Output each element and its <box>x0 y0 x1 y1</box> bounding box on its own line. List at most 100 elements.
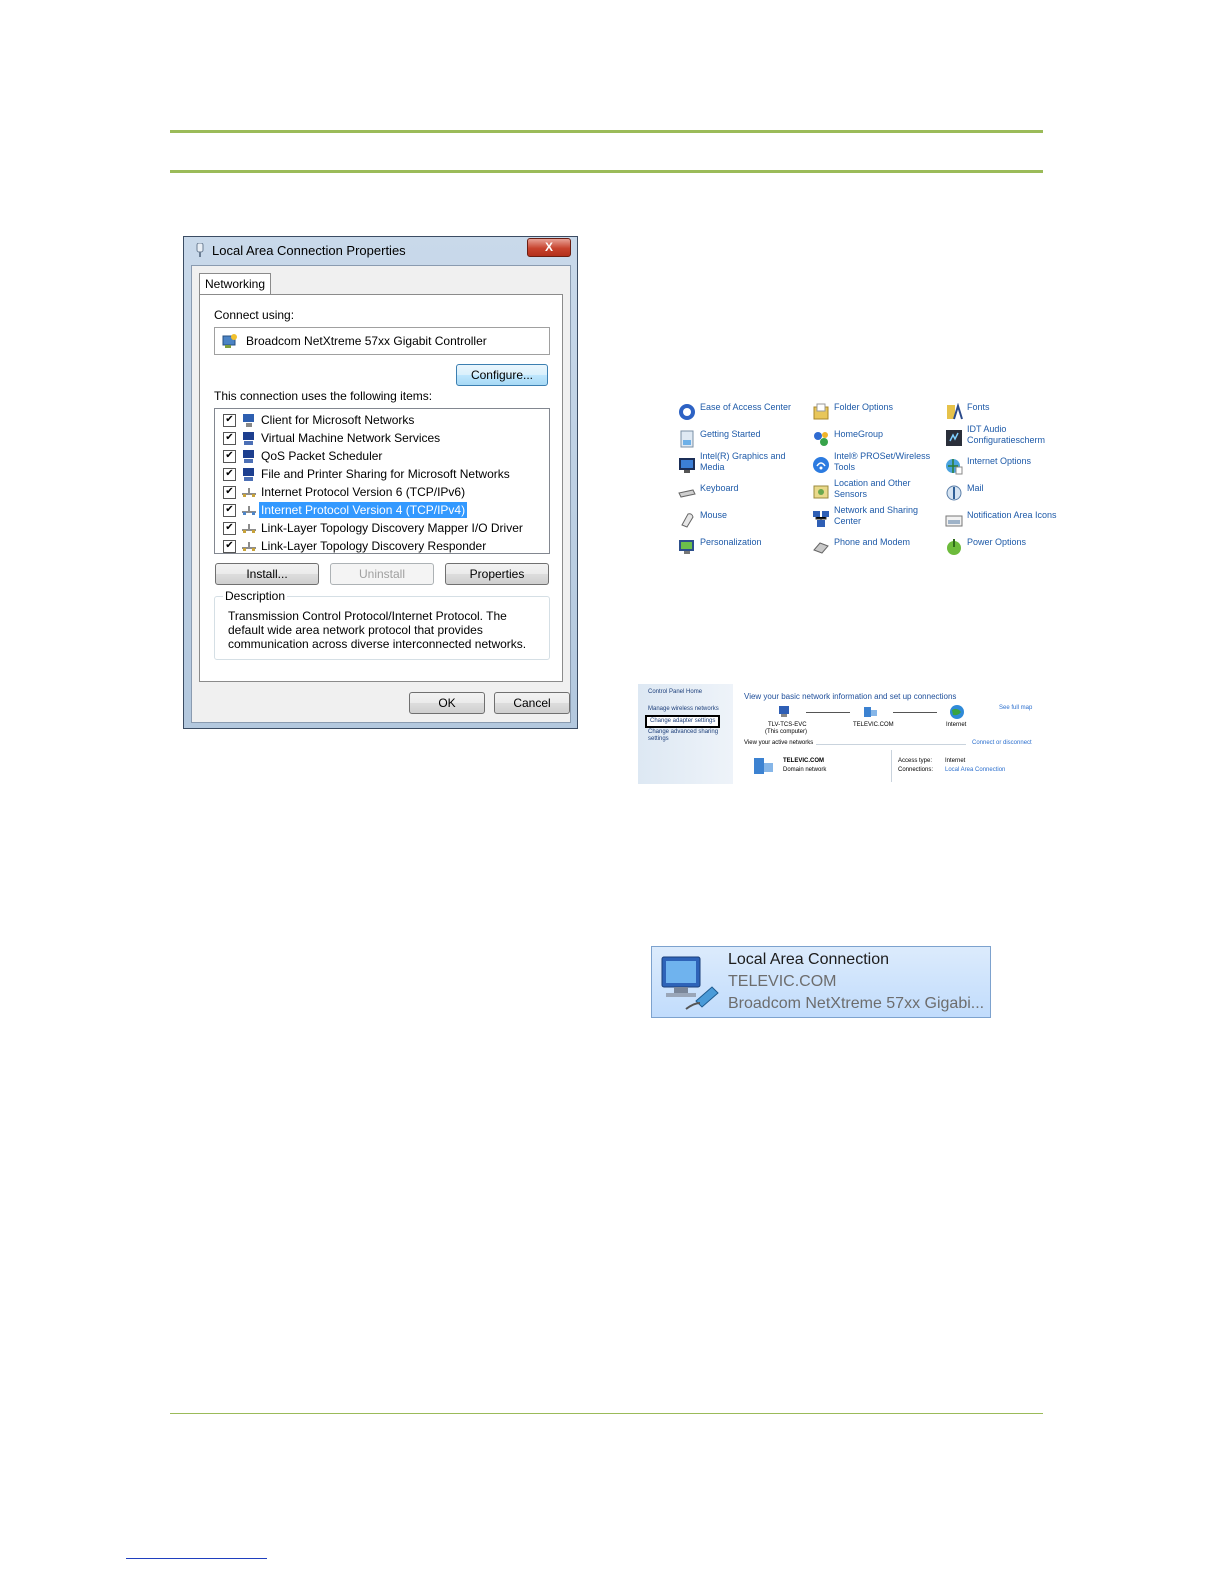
graphics-icon <box>679 458 695 473</box>
change-sharing-settings-link[interactable]: Change advanced sharing settings <box>648 729 724 743</box>
cp-item-location-sensors[interactable]: Location and Other Sensors <box>812 478 937 502</box>
item-label: Internet Protocol Version 6 (TCP/IPv6) <box>261 485 466 499</box>
description-group: Description Transmission Control Protoco… <box>214 589 550 660</box>
adapter-name: Broadcom NetXtreme 57xx Gigabit Controll… <box>246 334 487 348</box>
cp-item-label: Fonts <box>967 402 990 412</box>
connection-name: Local Area Connection <box>728 951 889 968</box>
connect-disconnect-link[interactable]: Connect or disconnect <box>972 740 1032 747</box>
cp-item-intel-graphics[interactable]: Intel(R) Graphics and Media <box>678 451 803 475</box>
map-link-line <box>806 712 850 713</box>
keyboard-icon <box>678 489 696 498</box>
connect-using-label: Connect using: <box>214 308 295 322</box>
audio-icon <box>946 430 962 446</box>
control-panel-home-link[interactable]: Control Panel Home <box>648 689 702 696</box>
description-text: Transmission Control Protocol/Internet P… <box>228 609 527 651</box>
checkbox[interactable]: ✔ <box>223 468 236 481</box>
cp-item-notification-icons[interactable]: Notification Area Icons <box>945 510 1070 534</box>
footer-rule <box>170 1413 1043 1414</box>
list-item-ipv4[interactable]: ✔ Internet Protocol Version 4 (TCP/IPv4) <box>215 501 545 519</box>
domain-network-icon <box>864 707 877 717</box>
cp-item-mouse[interactable]: Mouse <box>678 510 803 534</box>
checkbox[interactable]: ✔ <box>223 504 236 517</box>
cp-item-label: Intel® PROSet/Wireless Tools <box>834 451 931 472</box>
network-adapter-icon <box>196 243 204 257</box>
divider <box>891 750 892 782</box>
cp-item-label: Internet Options <box>967 456 1032 466</box>
checkbox[interactable]: ✔ <box>223 486 236 499</box>
cp-item-folder-options[interactable]: Folder Options <box>812 402 937 426</box>
local-area-connection-tile[interactable]: Local Area Connection TELEVIC.COM Broadc… <box>651 946 991 1018</box>
access-type-label: Access type: <box>898 758 933 764</box>
checkbox[interactable]: ✔ <box>223 450 236 463</box>
checkbox[interactable]: ✔ <box>223 414 236 427</box>
active-network-name: TELEVIC.COM <box>783 758 825 764</box>
active-network-type: Domain network <box>783 767 827 773</box>
cp-item-label: Mouse <box>700 510 728 520</box>
cp-item-intel-proset[interactable]: Intel® PROSet/Wireless Tools <box>812 451 937 475</box>
header-rule-top <box>170 130 1043 133</box>
ok-button[interactable]: OK <box>409 692 485 714</box>
list-item-qos-scheduler[interactable]: ✔ QoS Packet Scheduler <box>215 447 545 465</box>
item-label: Link-Layer Topology Discovery Mapper I/O… <box>261 521 523 535</box>
list-item-file-printer-sharing[interactable]: ✔ File and Printer Sharing for Microsoft… <box>215 465 545 483</box>
cp-item-idt-audio[interactable]: IDT Audio Configuratiescherm <box>945 424 1070 448</box>
network-name: TELEVIC.COM <box>853 722 894 728</box>
mouse-icon <box>681 513 694 528</box>
connection-link[interactable]: Local Area Connection <box>945 767 1005 774</box>
tab-networking[interactable]: Networking <box>199 273 271 296</box>
cp-item-label: Folder Options <box>834 402 894 412</box>
cp-item-personalization[interactable]: Personalization <box>678 537 803 561</box>
checkbox[interactable]: ✔ <box>223 522 236 535</box>
network-sharing-center: Control Panel Home Manage wireless netwo… <box>638 684 1043 784</box>
manage-wireless-link[interactable]: Manage wireless networks <box>648 706 719 713</box>
list-item-vm-network-services[interactable]: ✔ Virtual Machine Network Services <box>215 429 545 447</box>
computer-icon <box>779 706 789 717</box>
list-item-ipv6[interactable]: ✔ Internet Protocol Version 6 (TCP/IPv6) <box>215 483 545 501</box>
sensors-icon <box>813 485 829 499</box>
cp-item-label: Phone and Modem <box>834 537 911 547</box>
item-label: Virtual Machine Network Services <box>261 431 441 445</box>
components-list[interactable]: ✔ Client for Microsoft Networks ✔ Virtua… <box>214 408 550 554</box>
properties-button[interactable]: Properties <box>445 563 549 585</box>
header-rule-bottom <box>170 170 1043 173</box>
cp-item-power-options[interactable]: Power Options <box>945 537 1070 561</box>
networking-tab-page: Connect using: Broadcom NetXtreme 57xx G… <box>199 294 563 682</box>
computer-note: (This computer) <box>765 729 808 735</box>
personalization-icon <box>679 540 694 554</box>
cp-item-label: Keyboard <box>700 483 739 493</box>
close-button[interactable]: X <box>527 238 571 257</box>
cp-item-network-sharing[interactable]: Network and Sharing Center <box>812 505 937 529</box>
cp-item-keyboard[interactable]: Keyboard <box>678 483 803 507</box>
cp-item-internet-options[interactable]: Internet Options <box>945 456 1070 480</box>
adapter-field: Broadcom NetXtreme 57xx Gigabit Controll… <box>214 327 550 355</box>
network-sharing-icon <box>813 511 829 527</box>
item-label-selected: Internet Protocol Version 4 (TCP/IPv4) <box>259 502 468 518</box>
change-adapter-settings-link[interactable]: Change adapter settings <box>645 715 721 728</box>
cp-item-phone-modem[interactable]: Phone and Modem <box>812 537 937 561</box>
install-button[interactable]: Install... <box>215 563 319 585</box>
list-item-lltd-responder[interactable]: ✔ Link-Layer Topology Discovery Responde… <box>215 537 545 555</box>
footnote-separator <box>126 1558 267 1559</box>
cp-item-label: Personalization <box>700 537 762 547</box>
list-item-client-ms-networks[interactable]: ✔ Client for Microsoft Networks <box>215 411 545 429</box>
cp-item-mail[interactable]: Mail <box>945 483 1070 507</box>
dialog-body: Networking Connect using: Broadcom NetXt… <box>191 265 571 723</box>
cancel-button[interactable]: Cancel <box>494 692 570 714</box>
getting-started-icon <box>680 430 694 448</box>
network-service-icon <box>243 468 254 481</box>
configure-button[interactable]: Configure... <box>456 364 548 386</box>
checkbox[interactable]: ✔ <box>223 540 236 553</box>
uninstall-button[interactable]: Uninstall <box>330 563 434 585</box>
cp-item-homegroup[interactable]: HomeGroup <box>812 429 937 453</box>
cp-item-ease-of-access[interactable]: Ease of Access Center <box>678 402 803 426</box>
protocol-icon <box>242 488 256 497</box>
see-full-map-link[interactable]: See full map <box>999 705 1032 712</box>
protocol-icon <box>242 542 256 551</box>
cp-item-fonts[interactable]: Fonts <box>945 402 1070 426</box>
network-service-icon <box>243 432 254 445</box>
connection-network: TELEVIC.COM <box>728 973 837 990</box>
checkbox[interactable]: ✔ <box>223 432 236 445</box>
list-item-lltd-mapper[interactable]: ✔ Link-Layer Topology Discovery Mapper I… <box>215 519 545 537</box>
cp-item-getting-started[interactable]: Getting Started <box>678 429 803 453</box>
network-connection-icon <box>661 956 719 1010</box>
